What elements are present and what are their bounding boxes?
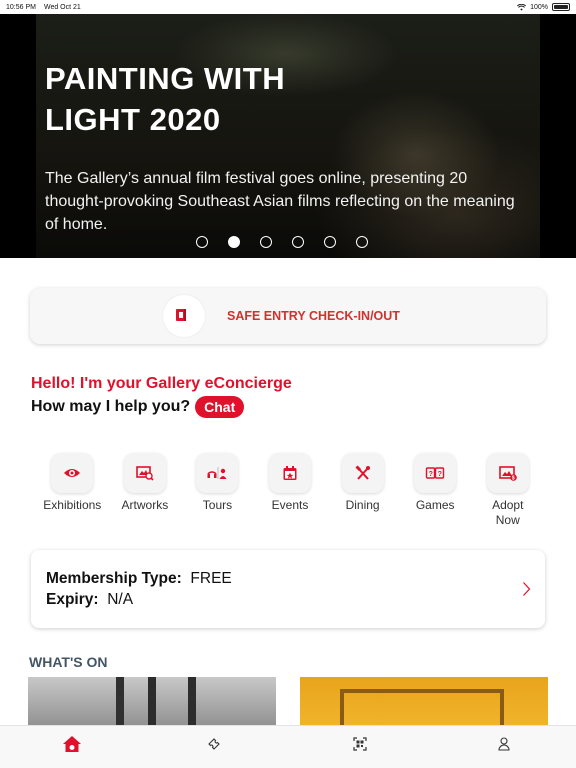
audio-guide-icon: [196, 453, 239, 493]
shortcut-events[interactable]: Events: [254, 453, 327, 528]
shortcut-label: Events: [271, 498, 309, 512]
game-cards-icon: ??: [414, 453, 457, 493]
shortcut-label: Tours: [202, 498, 233, 512]
whats-on-title: WHAT'S ON: [29, 654, 108, 670]
shortcut-exhibitions[interactable]: Exhibitions: [36, 453, 109, 528]
shortcut-dining[interactable]: Dining: [326, 453, 399, 528]
shortcut-grid: Exhibitions Artworks Tours Events Dining…: [36, 453, 544, 528]
calendar-icon: [269, 453, 312, 493]
qr-scan-icon: [353, 737, 367, 751]
frame-artwork: [340, 689, 504, 729]
chevron-right-icon: [523, 582, 531, 596]
membership-expiry-value: N/A: [107, 591, 134, 608]
ticket-icon: [208, 738, 220, 750]
picture-search-icon: [123, 453, 166, 493]
membership-type-row: Membership Type: FREE: [46, 570, 232, 588]
whats-on-card[interactable]: [300, 677, 548, 729]
gallery-logo: [163, 295, 205, 337]
status-time: 10:56 PM: [6, 3, 36, 11]
adopt-picture-icon: $: [486, 453, 529, 493]
shortcut-adopt-now[interactable]: $ Adopt Now: [471, 453, 544, 528]
carousel-dot[interactable]: [324, 236, 336, 248]
carousel-dot[interactable]: [292, 236, 304, 248]
gallery-logo-icon: [176, 309, 186, 321]
shortcut-label: Adopt Now: [492, 498, 524, 527]
membership-type-value: FREE: [190, 570, 232, 587]
shortcut-artworks[interactable]: Artworks: [109, 453, 182, 528]
shortcut-tours[interactable]: Tours: [181, 453, 254, 528]
tab-home[interactable]: [62, 734, 82, 754]
concierge-greeting: Hello! I'm your Gallery eConcierge: [31, 375, 292, 392]
shortcut-label: Exhibitions: [43, 498, 102, 512]
whats-on-card[interactable]: [28, 677, 276, 729]
utensils-icon: [341, 453, 384, 493]
eye-icon: [51, 453, 94, 493]
battery-icon: [552, 3, 570, 11]
carousel-dot-active[interactable]: [228, 236, 240, 248]
hero-banner[interactable]: PAINTING WITH LIGHT 2020 The Gallery’s a…: [0, 14, 576, 258]
membership-expiry-row: Expiry: N/A: [46, 591, 133, 609]
carousel-dot[interactable]: [260, 236, 272, 248]
membership-type-label: Membership Type:: [46, 570, 182, 587]
chat-button[interactable]: Chat: [195, 396, 245, 418]
status-date: Wed Oct 21: [43, 3, 81, 11]
svg-text:?: ?: [438, 471, 442, 478]
concierge-question-text: How may I help you?: [31, 398, 191, 415]
shortcut-label: Games: [415, 498, 455, 512]
concierge-question: How may I help you? Chat: [31, 396, 245, 418]
home-icon: [63, 736, 81, 752]
wifi-icon: [517, 3, 527, 11]
status-bar: 10:56 PM Wed Oct 21 100%: [0, 0, 576, 14]
tab-bar: [0, 725, 576, 768]
safe-entry-button[interactable]: SAFE ENTRY CHECK-IN/OUT: [30, 288, 546, 344]
shortcut-label: Artworks: [121, 498, 169, 512]
tab-profile[interactable]: [494, 734, 514, 754]
user-icon: [498, 737, 510, 751]
safe-entry-label: SAFE ENTRY CHECK-IN/OUT: [227, 309, 400, 323]
battery-percent: 100%: [530, 3, 548, 11]
svg-text:$: $: [512, 476, 515, 482]
membership-expiry-label: Expiry:: [46, 591, 99, 608]
svg-text:?: ?: [429, 471, 433, 478]
carousel-dots: [196, 236, 368, 248]
tab-tickets[interactable]: [204, 734, 224, 754]
shortcut-label: Dining: [345, 498, 380, 512]
hero-title: PAINTING WITH LIGHT 2020: [45, 61, 286, 137]
carousel-dot[interactable]: [356, 236, 368, 248]
membership-card[interactable]: Membership Type: FREE Expiry: N/A: [31, 550, 545, 628]
hero-description: The Gallery’s annual film festival goes …: [45, 170, 515, 233]
shortcut-games[interactable]: ?? Games: [399, 453, 472, 528]
carousel-dot[interactable]: [196, 236, 208, 248]
tab-scan[interactable]: [350, 734, 370, 754]
